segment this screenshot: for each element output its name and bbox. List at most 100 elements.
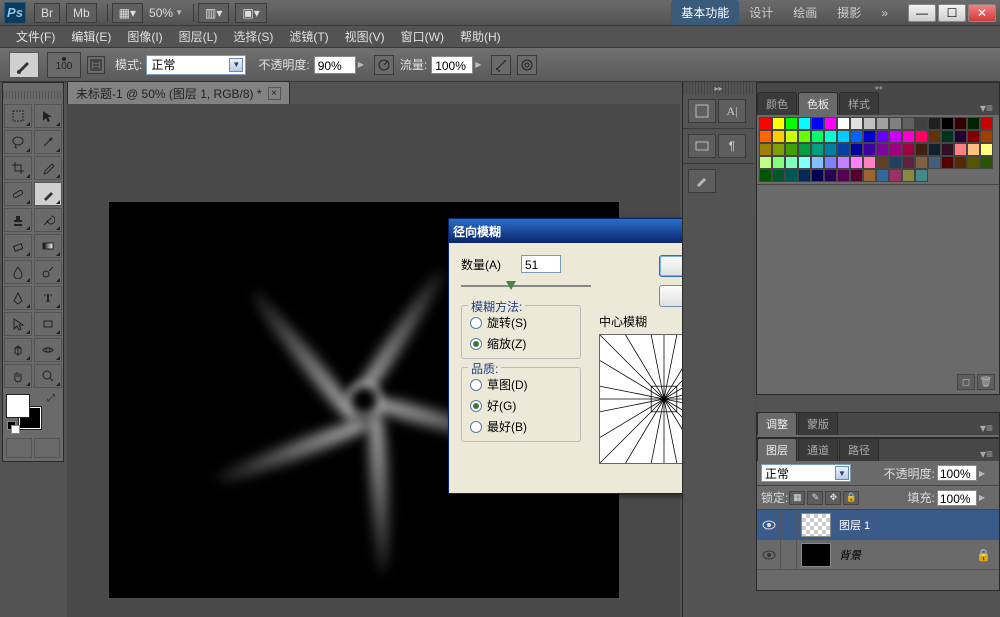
tool-path-select[interactable] bbox=[4, 312, 32, 336]
swatch[interactable] bbox=[902, 117, 915, 130]
swatch[interactable] bbox=[837, 169, 850, 182]
screenmode-cycle[interactable] bbox=[34, 438, 60, 458]
panel-grip[interactable] bbox=[3, 91, 63, 99]
workspace-essentials[interactable]: 基本功能 bbox=[671, 0, 739, 25]
swatch[interactable] bbox=[980, 130, 993, 143]
tool-shape[interactable] bbox=[34, 312, 62, 336]
swatch[interactable] bbox=[876, 130, 889, 143]
tool-move[interactable] bbox=[34, 104, 62, 128]
tool-blur[interactable] bbox=[4, 260, 32, 284]
close-tab-icon[interactable]: × bbox=[268, 87, 281, 100]
swatch[interactable] bbox=[824, 156, 837, 169]
swatch[interactable] bbox=[889, 169, 902, 182]
swatch[interactable] bbox=[850, 117, 863, 130]
layer-thumbnail[interactable] bbox=[801, 513, 831, 537]
tool-3d[interactable] bbox=[4, 338, 32, 362]
swatch[interactable] bbox=[902, 169, 915, 182]
panel-icon[interactable]: ¶ bbox=[718, 134, 746, 158]
maximize-button[interactable]: ☐ bbox=[938, 4, 966, 22]
panel-icon[interactable] bbox=[688, 134, 716, 158]
swatch[interactable] bbox=[850, 130, 863, 143]
swatch[interactable] bbox=[863, 117, 876, 130]
bridge-button[interactable]: Br bbox=[34, 3, 60, 23]
swatch[interactable] bbox=[798, 143, 811, 156]
tool-eraser[interactable] bbox=[4, 234, 32, 258]
swatch[interactable] bbox=[759, 143, 772, 156]
swatch[interactable] bbox=[824, 130, 837, 143]
swatch[interactable] bbox=[863, 143, 876, 156]
workspace-photography[interactable]: 摄影 bbox=[827, 0, 871, 25]
swatch[interactable] bbox=[928, 130, 941, 143]
swatch[interactable] bbox=[850, 169, 863, 182]
quickmask-toggle[interactable] bbox=[6, 438, 32, 458]
close-button[interactable]: ✕ bbox=[968, 4, 996, 22]
radio-spin[interactable]: 旋转(S) bbox=[470, 312, 572, 333]
tab-styles[interactable]: 样式 bbox=[839, 92, 879, 115]
swatch[interactable] bbox=[759, 156, 772, 169]
delete-swatch-icon[interactable]: 🗑 bbox=[977, 374, 995, 390]
zoom-level[interactable]: 50% ▼ bbox=[149, 6, 183, 20]
layer-name[interactable]: 图层 1 bbox=[835, 517, 999, 533]
swatch[interactable] bbox=[941, 130, 954, 143]
swatch[interactable] bbox=[902, 156, 915, 169]
menu-edit[interactable]: 编辑(E) bbox=[63, 28, 119, 45]
swatch[interactable] bbox=[785, 156, 798, 169]
workspace-painting[interactable]: 绘画 bbox=[783, 0, 827, 25]
visibility-toggle[interactable] bbox=[757, 540, 781, 569]
swatch[interactable] bbox=[837, 143, 850, 156]
swatch[interactable] bbox=[941, 117, 954, 130]
workspace-design[interactable]: 设计 bbox=[739, 0, 783, 25]
minibridge-button[interactable]: Mb bbox=[66, 3, 97, 23]
tab-channels[interactable]: 通道 bbox=[798, 438, 838, 461]
swatch[interactable] bbox=[759, 130, 772, 143]
swatch[interactable] bbox=[824, 117, 837, 130]
tool-heal[interactable] bbox=[4, 182, 32, 206]
swatch[interactable] bbox=[915, 130, 928, 143]
amount-input[interactable]: 51 bbox=[521, 255, 561, 273]
swap-colors-icon[interactable]: ⤢ bbox=[47, 393, 55, 404]
opacity-flyout[interactable]: ▶ bbox=[358, 60, 364, 69]
lock-all-icon[interactable]: 🔒 bbox=[843, 491, 859, 505]
swatch[interactable] bbox=[876, 169, 889, 182]
swatch[interactable] bbox=[928, 156, 941, 169]
brush-preset-picker[interactable]: 100 bbox=[47, 52, 81, 78]
swatch[interactable] bbox=[967, 156, 980, 169]
radio-good[interactable]: 好(G) bbox=[470, 395, 572, 416]
tool-stamp[interactable] bbox=[4, 208, 32, 232]
swatch[interactable] bbox=[850, 156, 863, 169]
radio-draft[interactable]: 草图(D) bbox=[470, 374, 572, 395]
default-colors-icon[interactable] bbox=[7, 421, 19, 433]
swatch[interactable] bbox=[759, 169, 772, 182]
swatch[interactable] bbox=[889, 143, 902, 156]
menu-filter[interactable]: 滤镜(T) bbox=[281, 28, 336, 45]
flow-flyout[interactable]: ▶ bbox=[475, 60, 481, 69]
tab-masks[interactable]: 蒙版 bbox=[798, 412, 838, 435]
lock-position-icon[interactable]: ✥ bbox=[825, 491, 841, 505]
tool-gradient[interactable] bbox=[34, 234, 62, 258]
menu-window[interactable]: 窗口(W) bbox=[393, 28, 452, 45]
foreground-color[interactable] bbox=[7, 395, 29, 417]
swatch[interactable] bbox=[785, 117, 798, 130]
tab-swatches[interactable]: 色板 bbox=[798, 92, 838, 115]
swatch[interactable] bbox=[772, 117, 785, 130]
swatch[interactable] bbox=[902, 143, 915, 156]
tab-color[interactable]: 颜色 bbox=[757, 92, 797, 115]
tool-crop[interactable] bbox=[4, 156, 32, 180]
swatch[interactable] bbox=[889, 156, 902, 169]
panel-menu-icon[interactable]: ▾≡ bbox=[974, 447, 999, 461]
airbrush-toggle[interactable] bbox=[491, 55, 511, 75]
new-swatch-icon[interactable]: ◻ bbox=[957, 374, 975, 390]
tool-pen[interactable] bbox=[4, 286, 32, 310]
swatch[interactable] bbox=[811, 143, 824, 156]
flow-input[interactable]: 100% bbox=[431, 56, 473, 74]
swatch[interactable] bbox=[798, 169, 811, 182]
swatch[interactable] bbox=[772, 130, 785, 143]
swatch[interactable] bbox=[798, 130, 811, 143]
lock-transparency-icon[interactable]: ▦ bbox=[789, 491, 805, 505]
swatch[interactable] bbox=[954, 143, 967, 156]
swatch[interactable] bbox=[876, 143, 889, 156]
menu-view[interactable]: 视图(V) bbox=[337, 28, 393, 45]
tab-paths[interactable]: 路径 bbox=[839, 438, 879, 461]
swatch[interactable] bbox=[837, 130, 850, 143]
swatch[interactable] bbox=[785, 169, 798, 182]
